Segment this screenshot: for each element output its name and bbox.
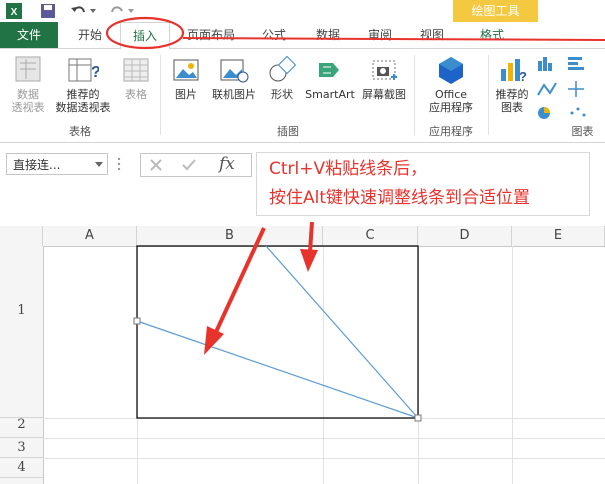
line-handle[interactable] — [414, 414, 422, 422]
line-handle[interactable] — [133, 317, 141, 325]
border-box — [136, 245, 419, 419]
red-arrowhead-1 — [204, 326, 224, 355]
highlight-ellipse — [105, 16, 185, 50]
red-pointer-line — [182, 37, 605, 41]
red-arrow-2 — [308, 221, 314, 253]
red-arrow-1 — [214, 227, 266, 333]
red-arrowhead-2 — [300, 249, 318, 272]
drawing-layer — [105, 16, 605, 422]
